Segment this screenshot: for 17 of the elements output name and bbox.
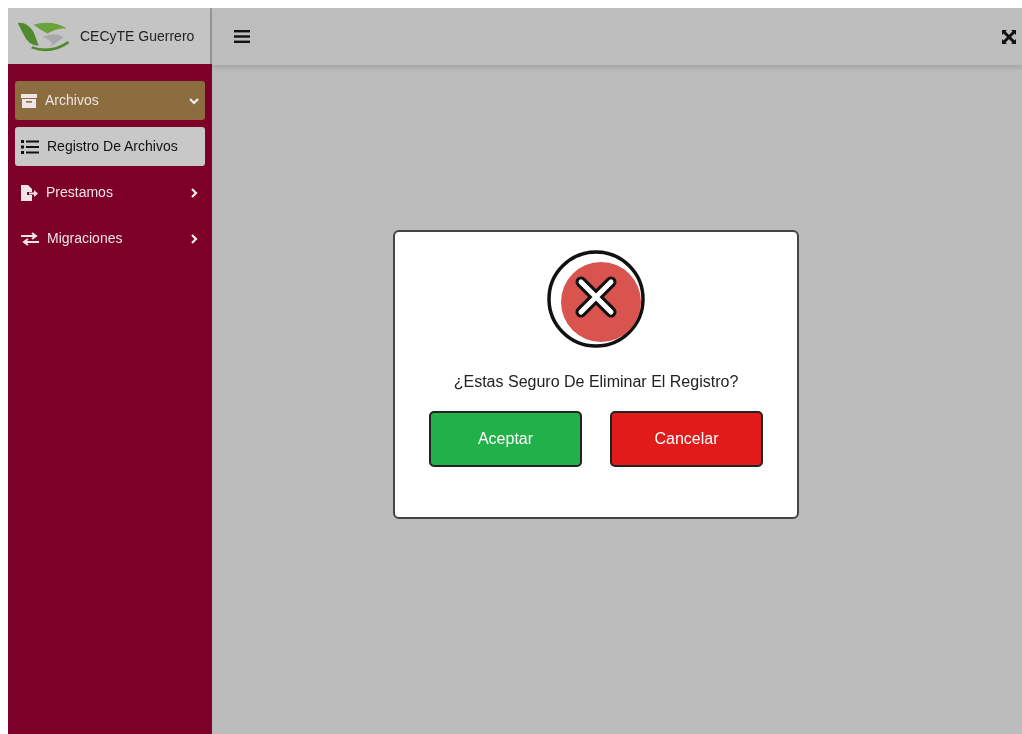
error-icon (546, 249, 646, 349)
chevron-right-icon (189, 233, 199, 244)
fullscreen-icon[interactable] (1002, 29, 1016, 44)
file-export-icon (21, 184, 38, 201)
sidebar-item[interactable]: Migraciones (15, 219, 205, 258)
sidebar-subitem[interactable]: Registro De Archivos (15, 127, 205, 166)
chevron-down-icon (189, 95, 199, 106)
menu-icon[interactable] (234, 30, 250, 43)
chevron-right-icon (189, 187, 199, 198)
sidebar-item[interactable]: Archivos (15, 81, 205, 120)
dialog-message: ¿Estas Seguro De Eliminar El Registro? (453, 372, 739, 392)
exchange-icon (21, 231, 39, 246)
cancel-button[interactable]: Cancelar (610, 411, 763, 467)
sidebar-item[interactable]: Prestamos (15, 173, 205, 212)
archive-icon (21, 93, 37, 108)
brand-name: CECyTE Guerrero (80, 26, 195, 46)
list-icon (21, 139, 39, 154)
